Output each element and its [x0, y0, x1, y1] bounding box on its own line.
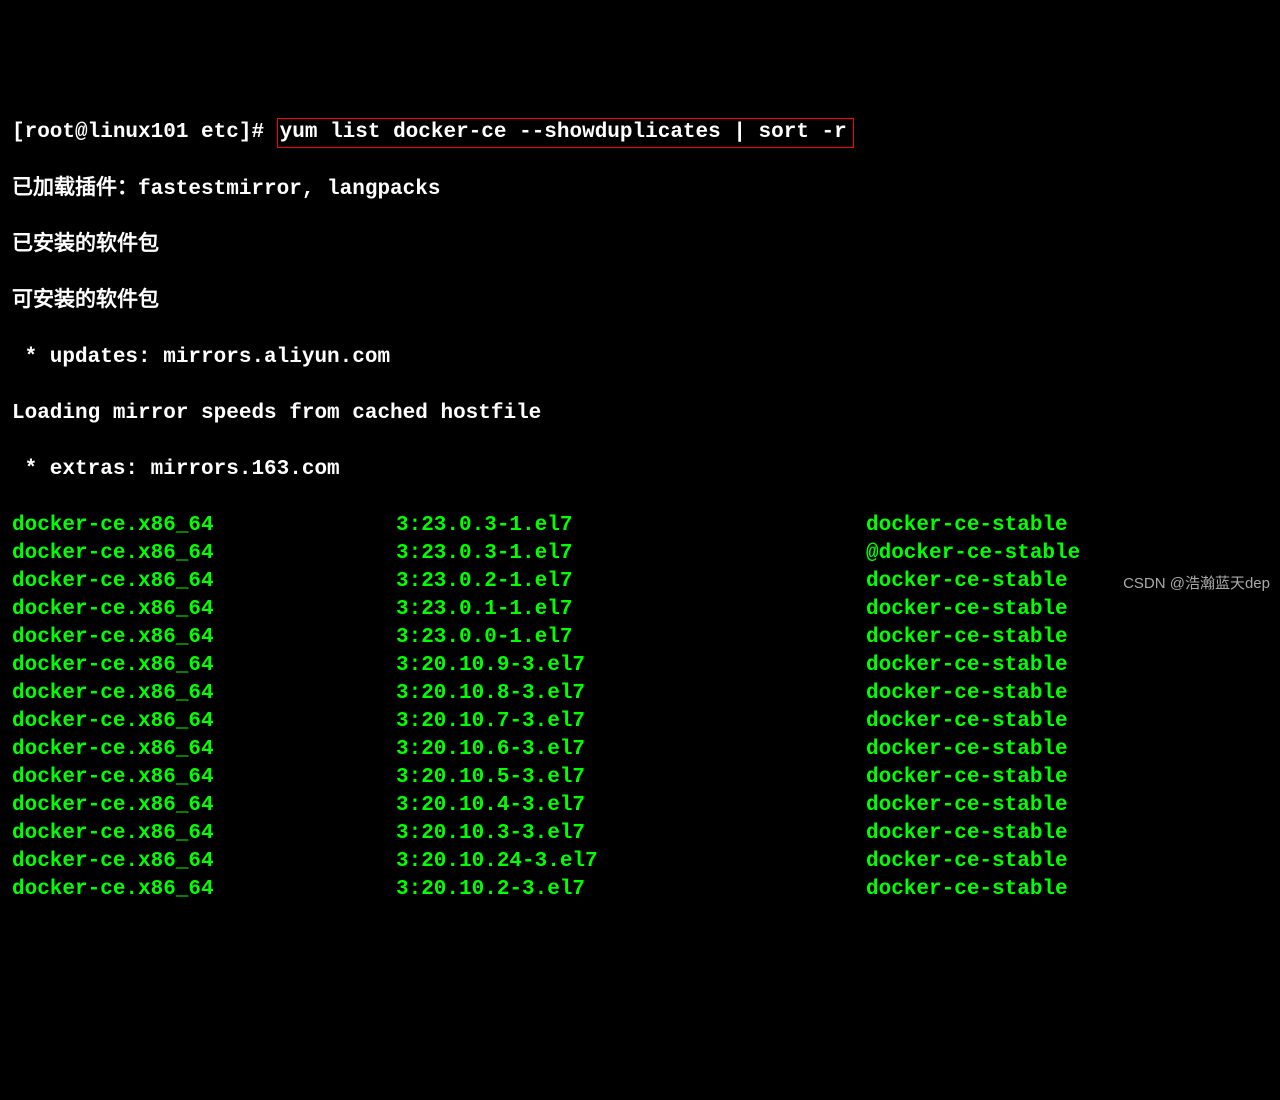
- loading-mirror-line: Loading mirror speeds from cached hostfi…: [12, 400, 1268, 428]
- package-row: docker-ce.x86_643:20.10.3-3.el7docker-ce…: [12, 820, 1268, 848]
- highlighted-command: yum list docker-ce --showduplicates | so…: [277, 118, 854, 148]
- package-repo: docker-ce-stable: [866, 736, 1268, 764]
- package-row: docker-ce.x86_643:23.0.0-1.el7docker-ce-…: [12, 624, 1268, 652]
- updates-mirror-line: * updates: mirrors.aliyun.com: [12, 344, 1268, 372]
- package-version: 3:20.10.2-3.el7: [396, 876, 866, 904]
- package-row: docker-ce.x86_643:23.0.2-1.el7docker-ce-…: [12, 568, 1268, 596]
- package-repo: @docker-ce-stable: [866, 540, 1268, 568]
- package-row: docker-ce.x86_643:20.10.7-3.el7docker-ce…: [12, 708, 1268, 736]
- package-repo: docker-ce-stable: [866, 792, 1268, 820]
- package-name: docker-ce.x86_64: [12, 540, 396, 568]
- package-name: docker-ce.x86_64: [12, 736, 396, 764]
- package-name: docker-ce.x86_64: [12, 876, 396, 904]
- package-row: docker-ce.x86_643:23.0.3-1.el7@docker-ce…: [12, 540, 1268, 568]
- plugins-loaded-line: 已加载插件：fastestmirror, langpacks: [12, 176, 1268, 204]
- package-version: 3:20.10.9-3.el7: [396, 652, 866, 680]
- package-repo: docker-ce-stable: [866, 680, 1268, 708]
- package-version: 3:23.0.2-1.el7: [396, 568, 866, 596]
- available-packages-heading: 可安装的软件包: [12, 288, 1268, 316]
- package-version: 3:23.0.3-1.el7: [396, 540, 866, 568]
- package-name: docker-ce.x86_64: [12, 568, 396, 596]
- package-repo: docker-ce-stable: [866, 876, 1268, 904]
- package-version: 3:23.0.0-1.el7: [396, 624, 866, 652]
- package-repo: docker-ce-stable: [866, 596, 1268, 624]
- package-name: docker-ce.x86_64: [12, 624, 396, 652]
- package-row: docker-ce.x86_643:23.0.1-1.el7docker-ce-…: [12, 596, 1268, 624]
- package-repo: docker-ce-stable: [866, 512, 1268, 540]
- package-row: docker-ce.x86_643:20.10.8-3.el7docker-ce…: [12, 680, 1268, 708]
- package-version: 3:20.10.7-3.el7: [396, 708, 866, 736]
- watermark-text: CSDN @浩瀚蓝天dep: [1123, 570, 1270, 598]
- command-line[interactable]: [root@linux101 etc]# yum list docker-ce …: [12, 118, 1268, 148]
- package-version: 3:20.10.6-3.el7: [396, 736, 866, 764]
- package-repo: docker-ce-stable: [866, 764, 1268, 792]
- package-name: docker-ce.x86_64: [12, 848, 396, 876]
- package-row: docker-ce.x86_643:23.0.3-1.el7docker-ce-…: [12, 512, 1268, 540]
- package-name: docker-ce.x86_64: [12, 792, 396, 820]
- package-name: docker-ce.x86_64: [12, 512, 396, 540]
- package-version: 3:20.10.3-3.el7: [396, 820, 866, 848]
- package-repo: docker-ce-stable: [866, 820, 1268, 848]
- package-version: 3:20.10.8-3.el7: [396, 680, 866, 708]
- package-row: docker-ce.x86_643:20.10.24-3.el7docker-c…: [12, 848, 1268, 876]
- package-repo: docker-ce-stable: [866, 624, 1268, 652]
- package-version: 3:20.10.4-3.el7: [396, 792, 866, 820]
- package-repo: docker-ce-stable: [866, 708, 1268, 736]
- package-row: docker-ce.x86_643:20.10.2-3.el7docker-ce…: [12, 876, 1268, 904]
- package-version: 3:23.0.3-1.el7: [396, 512, 866, 540]
- package-name: docker-ce.x86_64: [12, 708, 396, 736]
- package-name: docker-ce.x86_64: [12, 596, 396, 624]
- package-version: 3:20.10.24-3.el7: [396, 848, 866, 876]
- package-row: docker-ce.x86_643:20.10.6-3.el7docker-ce…: [12, 736, 1268, 764]
- package-name: docker-ce.x86_64: [12, 764, 396, 792]
- package-list: docker-ce.x86_643:23.0.3-1.el7docker-ce-…: [12, 512, 1268, 904]
- shell-prompt: [root@linux101 etc]#: [12, 121, 277, 144]
- extras-mirror-line: * extras: mirrors.163.com: [12, 456, 1268, 484]
- package-name: docker-ce.x86_64: [12, 820, 396, 848]
- package-repo: docker-ce-stable: [866, 652, 1268, 680]
- package-repo: docker-ce-stable: [866, 848, 1268, 876]
- package-row: docker-ce.x86_643:20.10.9-3.el7docker-ce…: [12, 652, 1268, 680]
- package-version: 3:23.0.1-1.el7: [396, 596, 866, 624]
- package-version: 3:20.10.5-3.el7: [396, 764, 866, 792]
- package-name: docker-ce.x86_64: [12, 680, 396, 708]
- installed-packages-heading: 已安装的软件包: [12, 232, 1268, 260]
- package-name: docker-ce.x86_64: [12, 652, 396, 680]
- package-row: docker-ce.x86_643:20.10.4-3.el7docker-ce…: [12, 792, 1268, 820]
- package-row: docker-ce.x86_643:20.10.5-3.el7docker-ce…: [12, 764, 1268, 792]
